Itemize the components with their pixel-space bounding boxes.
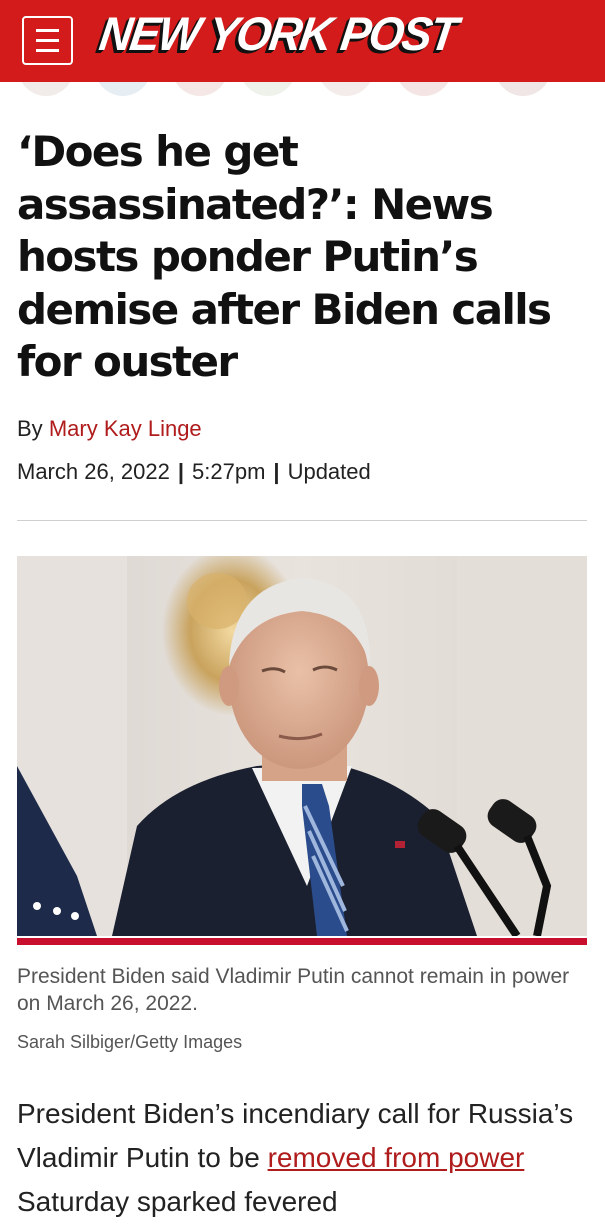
article-body-paragraph: President Biden’s incendiary call for Ru… (17, 1092, 592, 1224)
biden-photo-illustration (17, 556, 587, 936)
publish-time: 5:27pm (192, 459, 266, 484)
body-link[interactable]: removed from power (268, 1142, 525, 1173)
image-credit: Sarah Silbiger/Getty Images (17, 1032, 243, 1052)
body-text: Saturday sparked fevered (17, 1186, 338, 1217)
dateline: March 26, 2022 | 5:27pm | Updated (17, 459, 371, 485)
image-caption: President Biden said Vladimir Putin cann… (17, 965, 570, 1015)
publish-date: March 26, 2022 (17, 459, 170, 484)
updated-label[interactable]: Updated (288, 459, 371, 484)
byline: By Mary Kay Linge (17, 416, 202, 442)
site-header: NEW YORK POST (0, 0, 605, 82)
site-logo[interactable]: NEW YORK POST (96, 7, 459, 62)
author-link[interactable]: Mary Kay Linge (49, 416, 202, 441)
byline-prefix: By (17, 416, 43, 441)
caption-accent-bar (17, 938, 587, 945)
separator: | (273, 459, 280, 484)
separator: | (177, 459, 185, 484)
article-headline: ‘Does he get assassinated?’: News hosts … (17, 127, 552, 386)
hamburger-menu-icon[interactable] (22, 16, 73, 65)
divider (17, 520, 587, 521)
article-photo[interactable] (17, 556, 587, 936)
